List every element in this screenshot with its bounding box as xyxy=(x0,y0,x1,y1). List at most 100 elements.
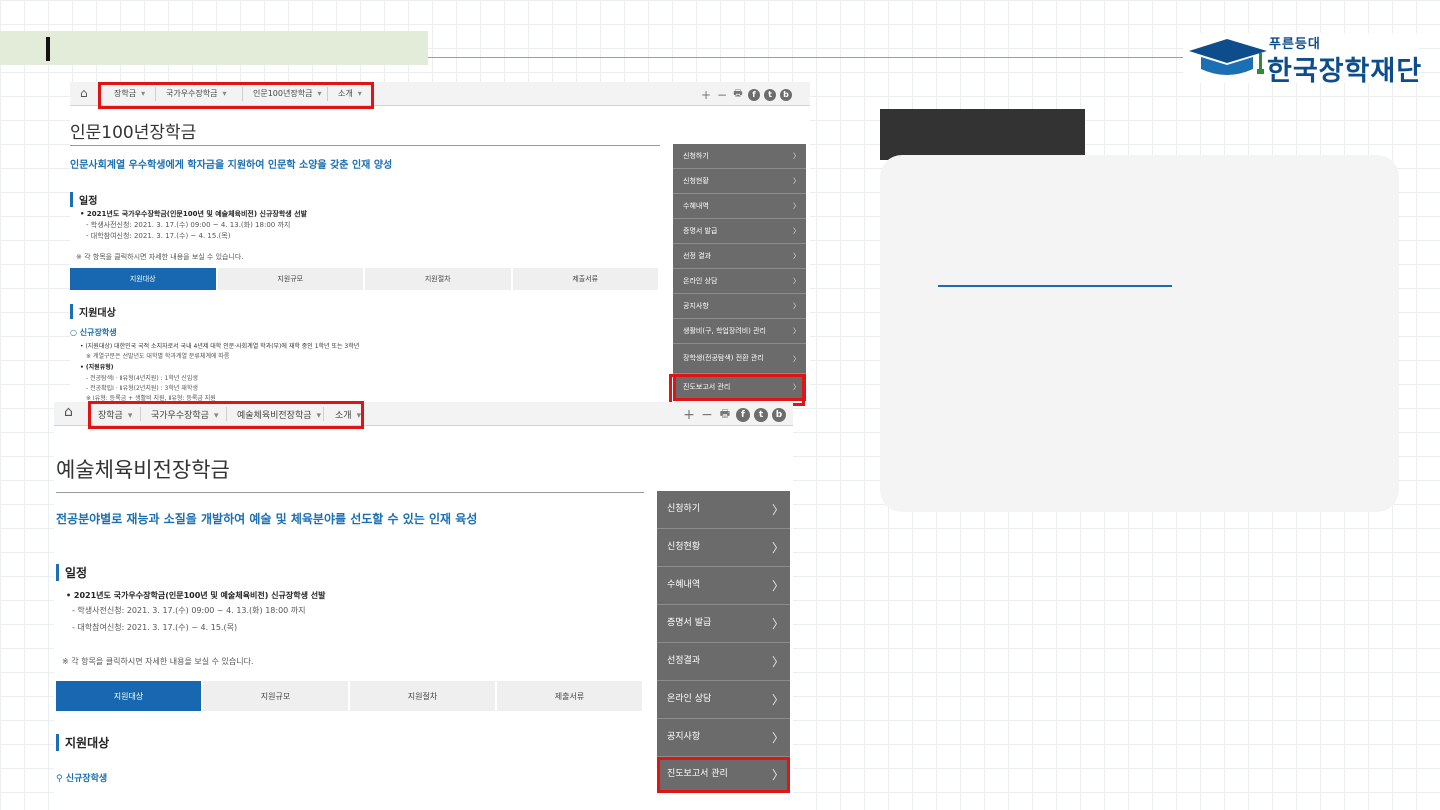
side-item-consult[interactable]: 온라인 상담 〉 xyxy=(673,269,806,294)
side-item-history[interactable]: 수혜내역 〉 xyxy=(673,194,806,219)
schedule-student: - 학생사전신청: 2021. 3. 17.(수) 09:00 ~ 4. 13.… xyxy=(72,606,306,615)
chevron-right-icon: 〉 xyxy=(793,327,800,335)
chevron-right-icon: 〉 xyxy=(793,252,800,260)
slide-title-marker xyxy=(46,37,50,61)
tab-target[interactable]: 지원대상 xyxy=(56,681,203,711)
click-note: ※ 각 항목을 클릭하시면 자세한 내용을 보실 수 있습니다. xyxy=(62,657,254,666)
screenshot-humanities: ⌂ 장학금 ▾ 국가우수장학금 ▾ 인문100년장학금 ▾ 소개 ▾ + − 🖶 f t… xyxy=(70,82,810,402)
chevron-right-icon: 〉 xyxy=(793,354,800,363)
new-scholar-label: ○ 신규장학생 xyxy=(70,328,117,337)
chevron-right-icon: 〉 xyxy=(793,277,800,285)
title-divider xyxy=(70,145,660,146)
zoom-in-icon[interactable]: + xyxy=(680,407,698,423)
tab-scale[interactable]: 지원규모 xyxy=(217,268,365,290)
chevron-right-icon: 〉 xyxy=(793,202,800,210)
zoom-out-icon[interactable]: − xyxy=(698,407,716,423)
click-note: ※ 각 항목을 클릭하시면 자세한 내용을 보실 수 있습니다. xyxy=(76,253,244,261)
side-item-apply[interactable]: 신청하기 〉 xyxy=(657,491,790,529)
page-title: 예술체육비전장학금 xyxy=(56,458,230,482)
schedule-university: - 대학참여신청: 2021. 3. 17.(수) ~ 4. 15.(목) xyxy=(86,232,231,240)
highlight-breadcrumb-1 xyxy=(98,82,374,109)
side-menu: 신청하기 〉 신청현황 〉 수혜내역 〉 증명서 발급 〉 선정 결과 〉 온라인 상담 〉… xyxy=(673,144,806,401)
tab-documents[interactable]: 제출서류 xyxy=(497,681,644,711)
side-item-history[interactable]: 수혜내역 〉 xyxy=(657,567,790,605)
tab-procedure[interactable]: 지원절차 xyxy=(350,681,497,711)
page-subtitle: 인문사회계열 우수학생에게 학자금을 지원하여 인문학 소양을 갖춘 인재 양성 xyxy=(70,160,393,171)
chevron-right-icon: 〉 xyxy=(793,227,800,235)
target-note: ※ 계열구분은 선발년도 대학별 학과계열 분류체계에 따름 xyxy=(86,353,230,360)
side-item-result[interactable]: 선정결과 〉 xyxy=(657,643,790,681)
chevron-right-icon: 〉 xyxy=(793,152,800,160)
schedule-university: - 대학참여신청: 2021. 3. 17.(수) ~ 4. 15.(목) xyxy=(72,623,238,632)
print-icon[interactable]: 🖶 xyxy=(716,405,734,424)
schedule-main: • 2021년도 국가우수장학금(인문100년 및 예술체육비전) 신규장학생 … xyxy=(80,210,308,218)
panel-underline xyxy=(938,285,1172,287)
side-item-conversion[interactable]: 장학생(전공탐색) 전환 관리 〉 xyxy=(673,344,806,374)
slide-title-band xyxy=(0,31,428,65)
side-item-notice[interactable]: 공지사항 〉 xyxy=(673,294,806,319)
target-heading: 지원대상 xyxy=(56,734,109,751)
page-title: 인문100년장학금 xyxy=(70,123,197,143)
blog-icon[interactable]: b xyxy=(780,88,792,101)
chevron-right-icon: 〉 xyxy=(771,617,784,631)
info-tabs: 지원대상 지원규모 지원절차 제출서류 xyxy=(70,268,660,290)
chevron-right-icon: 〉 xyxy=(793,302,800,310)
chevron-right-icon: 〉 xyxy=(771,731,784,745)
target-types: • (지원유형) xyxy=(80,364,114,371)
chevron-right-icon: 〉 xyxy=(771,579,784,593)
side-item-progress-report[interactable]: 진도보고서 관리 〉 xyxy=(657,757,790,793)
slide-header-divider xyxy=(428,57,1198,58)
side-item-living-cost[interactable]: 생활비(구, 학업장려비) 관리 〉 xyxy=(673,319,806,344)
type-establishment: - 전공확립Ⅰ · Ⅱ유형(2년지원) : 3학년 재학생 xyxy=(86,385,198,392)
chevron-right-icon: 〉 xyxy=(793,177,800,185)
chevron-right-icon: 〉 xyxy=(771,693,784,707)
side-item-status[interactable]: 신청현황 〉 xyxy=(657,529,790,567)
location-pin-icon: ⚲ xyxy=(56,774,66,784)
chevron-right-icon: 〉 xyxy=(771,503,784,517)
circle-bullet-icon: ○ xyxy=(70,328,80,337)
graduation-cap-icon xyxy=(1189,39,1267,75)
side-item-consult[interactable]: 온라인 상담 〉 xyxy=(657,681,790,719)
side-item-apply[interactable]: 신청하기 〉 xyxy=(673,144,806,169)
facebook-icon[interactable]: f xyxy=(736,407,750,422)
schedule-heading: 일정 xyxy=(70,192,97,207)
print-icon[interactable]: 🖶 xyxy=(730,86,746,103)
side-item-notice[interactable]: 공지사항 〉 xyxy=(657,719,790,757)
tab-target[interactable]: 지원대상 xyxy=(70,268,218,290)
schedule-student: - 학생사전신청: 2021. 3. 17.(수) 09:00 ~ 4. 13.… xyxy=(86,221,291,229)
chevron-right-icon: 〉 xyxy=(771,768,784,782)
kosaf-logo: 푸른등대 한국장학재단 xyxy=(1183,33,1421,87)
type-exploration: - 전공탐색Ⅰ · Ⅱ유형(4년지원) : 1학년 신입생 xyxy=(86,375,198,382)
zoom-out-icon[interactable]: − xyxy=(714,88,730,102)
twitter-icon[interactable]: t xyxy=(764,88,776,101)
facebook-icon[interactable]: f xyxy=(748,88,760,101)
tab-documents[interactable]: 제출서류 xyxy=(512,268,660,290)
target-heading: 지원대상 xyxy=(70,304,116,319)
page-tools: + − 🖶 f t b xyxy=(680,405,786,424)
dark-label-box xyxy=(880,109,1085,160)
page-subtitle: 전공분야별로 재능과 소질을 개발하여 예술 및 체육분야를 선도할 수 있는 … xyxy=(56,512,478,526)
info-tabs: 지원대상 지원규모 지원절차 제출서류 xyxy=(56,681,644,711)
target-eligibility: • (지원대상) 대한민국 국적 소지자로서 국내 4년제 대학 인문·사회계열… xyxy=(80,343,360,350)
tab-scale[interactable]: 지원규모 xyxy=(203,681,350,711)
description-panel xyxy=(880,155,1399,512)
side-item-result[interactable]: 선정 결과 〉 xyxy=(673,244,806,269)
page-tools: + − 🖶 f t b xyxy=(698,86,792,103)
blog-icon[interactable]: b xyxy=(772,407,786,422)
side-menu: 신청하기 〉 신청현황 〉 수혜내역 〉 증명서 발급 〉 선정결과 〉 온라인 상담 〉 … xyxy=(657,491,790,793)
side-item-certificate[interactable]: 증명서 발급 〉 xyxy=(673,219,806,244)
chevron-right-icon: 〉 xyxy=(771,541,784,555)
new-scholar-label: ⚲ 신규장학생 xyxy=(56,774,108,784)
home-icon[interactable]: ⌂ xyxy=(80,86,88,100)
side-item-certificate[interactable]: 증명서 발급 〉 xyxy=(657,605,790,643)
screenshot-arts-sports: ⌂ 장학금 ▾ 국가우수장학금 ▾ 예술체육비전장학금 ▾ 소개 ▾ + − 🖶 f t… xyxy=(54,402,793,810)
title-divider xyxy=(56,492,644,493)
side-item-status[interactable]: 신청현황 〉 xyxy=(673,169,806,194)
tab-procedure[interactable]: 지원절차 xyxy=(365,268,513,290)
logo-name: 한국장학재단 xyxy=(1267,56,1423,87)
schedule-heading: 일정 xyxy=(56,564,87,581)
chevron-right-icon: 〉 xyxy=(771,655,784,669)
zoom-in-icon[interactable]: + xyxy=(698,88,714,102)
home-icon[interactable]: ⌂ xyxy=(64,404,73,420)
twitter-icon[interactable]: t xyxy=(754,407,768,422)
